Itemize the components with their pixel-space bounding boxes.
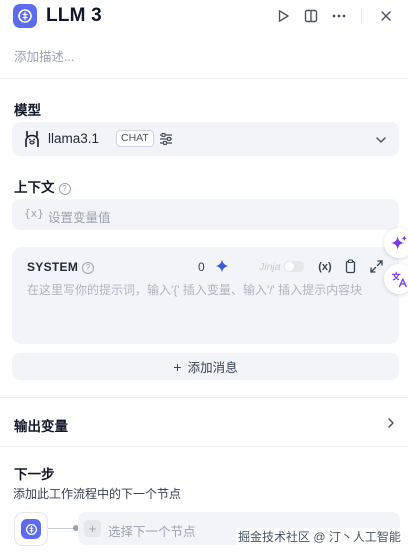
close-button[interactable] bbox=[377, 7, 395, 25]
context-variable-input[interactable]: {x} 设置变量值 bbox=[12, 199, 399, 230]
llm-node-icon bbox=[13, 4, 37, 28]
add-message-button[interactable]: + 添加消息 bbox=[12, 353, 399, 380]
parameters-icon[interactable] bbox=[158, 131, 174, 147]
model-mode-badge: CHAT bbox=[116, 130, 154, 147]
jinja-label: Jinja bbox=[259, 261, 281, 273]
system-prompt-editor[interactable]: SYSTEM? 0 Jinja (x) 在这里写你的提示词，输入'{' 插入变量… bbox=[12, 247, 399, 344]
model-section-label: 模型 bbox=[14, 103, 41, 118]
watermark: 掘金技术社区 @ 汀丶人工智能 bbox=[236, 528, 403, 545]
system-label: SYSTEM? bbox=[27, 260, 95, 274]
sparkle-icon[interactable] bbox=[215, 259, 229, 273]
node-connector bbox=[48, 528, 76, 529]
more-options-button[interactable] bbox=[330, 7, 348, 25]
node-header: LLM 3 bbox=[0, 0, 408, 36]
plus-icon: + bbox=[173, 358, 182, 375]
next-step-label: 下一步 bbox=[14, 467, 55, 482]
header-divider bbox=[361, 9, 362, 23]
divider bbox=[0, 397, 408, 398]
copy-icon[interactable] bbox=[343, 259, 358, 274]
description-input[interactable]: 添加描述... bbox=[14, 46, 74, 65]
chevron-down-icon bbox=[376, 137, 386, 143]
token-count: 0 bbox=[198, 260, 205, 274]
system-prompt-placeholder: 在这里写你的提示词，输入'{' 插入变量、输入'/' 插入提示内容块 bbox=[27, 283, 363, 297]
llama-icon bbox=[25, 130, 39, 147]
sparkle-icon bbox=[390, 234, 407, 250]
ai-assist-button[interactable] bbox=[384, 228, 408, 258]
node-title[interactable]: LLM 3 bbox=[46, 5, 102, 27]
toggle-panel-button[interactable] bbox=[302, 7, 320, 25]
translate-icon bbox=[391, 271, 407, 287]
expand-icon[interactable] bbox=[369, 259, 384, 274]
model-name: llama3.1 bbox=[48, 131, 100, 146]
plus-icon: + bbox=[84, 520, 101, 537]
system-label-text: SYSTEM bbox=[27, 260, 79, 274]
help-icon[interactable]: ? bbox=[82, 262, 95, 274]
context-label-text: 上下文 bbox=[14, 180, 55, 195]
next-step-hint: 添加此工作流程中的下一个节点 bbox=[13, 487, 182, 501]
model-select[interactable]: llama3.1 CHAT bbox=[12, 122, 399, 156]
jinja-toggle[interactable] bbox=[284, 261, 304, 272]
close-icon bbox=[381, 11, 391, 21]
translate-button[interactable] bbox=[384, 264, 408, 294]
divider bbox=[0, 446, 408, 447]
more-icon bbox=[332, 14, 346, 18]
insert-variable-button[interactable]: (x) bbox=[316, 259, 334, 274]
context-section-label: 上下文? bbox=[14, 176, 71, 196]
select-next-node-label: 选择下一个节点 bbox=[108, 525, 196, 539]
help-icon[interactable]: ? bbox=[58, 183, 71, 195]
context-placeholder: 设置变量值 bbox=[48, 211, 111, 225]
run-node-button[interactable] bbox=[274, 7, 292, 25]
llm-node-icon bbox=[25, 523, 37, 535]
chevron-right-icon[interactable] bbox=[385, 417, 397, 429]
play-icon bbox=[278, 10, 289, 22]
add-message-label: 添加消息 bbox=[187, 361, 238, 375]
current-node-icon bbox=[14, 512, 48, 546]
variable-icon: {x} bbox=[24, 207, 44, 220]
divider bbox=[0, 78, 408, 79]
output-variables-header[interactable]: 输出变量 bbox=[14, 415, 68, 435]
split-view-icon bbox=[304, 9, 318, 23]
